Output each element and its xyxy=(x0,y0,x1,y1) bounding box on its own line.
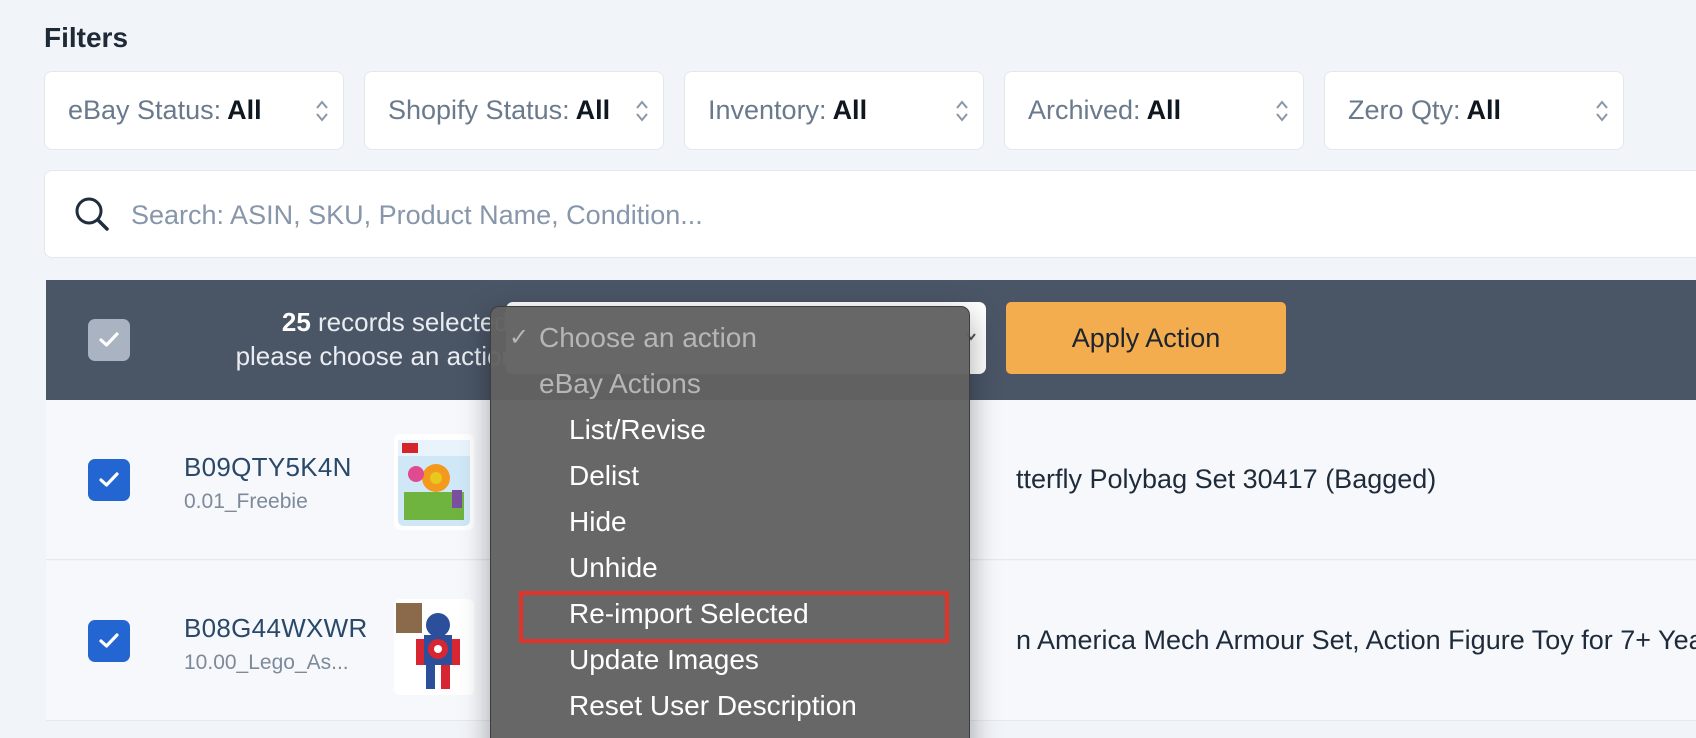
selected-text: records selected, xyxy=(310,307,516,337)
shopify-status-label: Shopify Status: xyxy=(388,95,570,125)
menu-item-delist[interactable]: Delist xyxy=(491,453,969,499)
menu-group-label: eBay Actions xyxy=(539,368,701,399)
menu-item-choose-action[interactable]: ✓ Choose an action xyxy=(491,315,969,361)
menu-item-label: Update Images xyxy=(569,644,759,675)
inventory-filter[interactable]: Inventory: All xyxy=(684,71,984,150)
search-icon xyxy=(75,197,109,231)
select-all-checkbox[interactable] xyxy=(88,319,130,361)
archived-filter[interactable]: Archived: All xyxy=(1004,71,1304,150)
menu-item-update-images[interactable]: Update Images xyxy=(491,637,969,683)
ebay-status-label: eBay Status: xyxy=(68,95,222,125)
inventory-value: All xyxy=(832,95,868,125)
choose-action-text: please choose an action xyxy=(235,341,516,371)
menu-item-label: List/Revise xyxy=(569,414,706,445)
menu-item-reset-user-description[interactable]: Reset User Description xyxy=(491,683,969,729)
check-icon xyxy=(99,633,119,648)
highlight-box xyxy=(519,591,949,643)
menu-item-unhide[interactable]: Unhide xyxy=(491,545,969,591)
shopify-status-filter[interactable]: Shopify Status: All xyxy=(364,71,664,150)
updown-chevron-icon xyxy=(316,99,328,122)
selection-summary: 25 records selected, please choose an ac… xyxy=(156,305,516,373)
row-asin[interactable]: B08G44WXWR xyxy=(184,613,368,644)
menu-group-ebay-actions: eBay Actions xyxy=(491,361,969,407)
checkmark-icon: ✓ xyxy=(509,324,530,351)
inventory-label: Inventory: xyxy=(708,95,827,125)
selected-count: 25 xyxy=(281,307,311,337)
row-checkbox[interactable] xyxy=(88,459,130,501)
check-icon xyxy=(99,472,119,487)
action-dropdown-menu: ✓ Choose an action eBay Actions List/Rev… xyxy=(490,306,970,738)
menu-item-label: Delist xyxy=(569,460,640,491)
ebay-status-value: All xyxy=(227,95,262,125)
search-box xyxy=(44,170,1696,258)
menu-item-label: Choose an action xyxy=(539,322,757,353)
row-checkbox[interactable] xyxy=(88,620,130,662)
product-title[interactable]: tterfly Polybag Set 30417 (Bagged) xyxy=(1016,464,1436,495)
check-icon xyxy=(99,332,119,347)
menu-item-label: Hide xyxy=(569,506,627,537)
product-title[interactable]: n America Mech Armour Set, Action Figure… xyxy=(1016,625,1696,656)
updown-chevron-icon xyxy=(956,99,968,122)
archived-value: All xyxy=(1146,95,1182,125)
zero-qty-value: All xyxy=(1466,95,1502,125)
search-input[interactable] xyxy=(131,193,1131,237)
updown-chevron-icon xyxy=(1276,99,1288,122)
row-sku: 0.01_Freebie xyxy=(184,490,308,513)
row-sku: 10.00_Lego_As... xyxy=(184,651,349,674)
menu-item-label: Reset User Description xyxy=(569,690,857,721)
menu-item-label: Unhide xyxy=(569,552,658,583)
apply-action-button[interactable]: Apply Action xyxy=(1006,302,1286,374)
zero-qty-label: Zero Qty: xyxy=(1348,95,1461,125)
menu-item-list-revise[interactable]: List/Revise xyxy=(491,407,969,453)
product-thumbnail xyxy=(394,434,474,530)
zero-qty-filter[interactable]: Zero Qty: All xyxy=(1324,71,1624,150)
menu-item-hide[interactable]: Hide xyxy=(491,499,969,545)
archived-label: Archived: xyxy=(1028,95,1141,125)
filters-title: Filters xyxy=(44,22,129,53)
updown-chevron-icon xyxy=(636,99,648,122)
product-thumbnail xyxy=(394,599,474,695)
row-asin[interactable]: B09QTY5K4N xyxy=(184,452,352,483)
updown-chevron-icon xyxy=(1596,99,1608,122)
ebay-status-filter[interactable]: eBay Status: All xyxy=(44,71,344,150)
shopify-status-value: All xyxy=(575,95,611,125)
